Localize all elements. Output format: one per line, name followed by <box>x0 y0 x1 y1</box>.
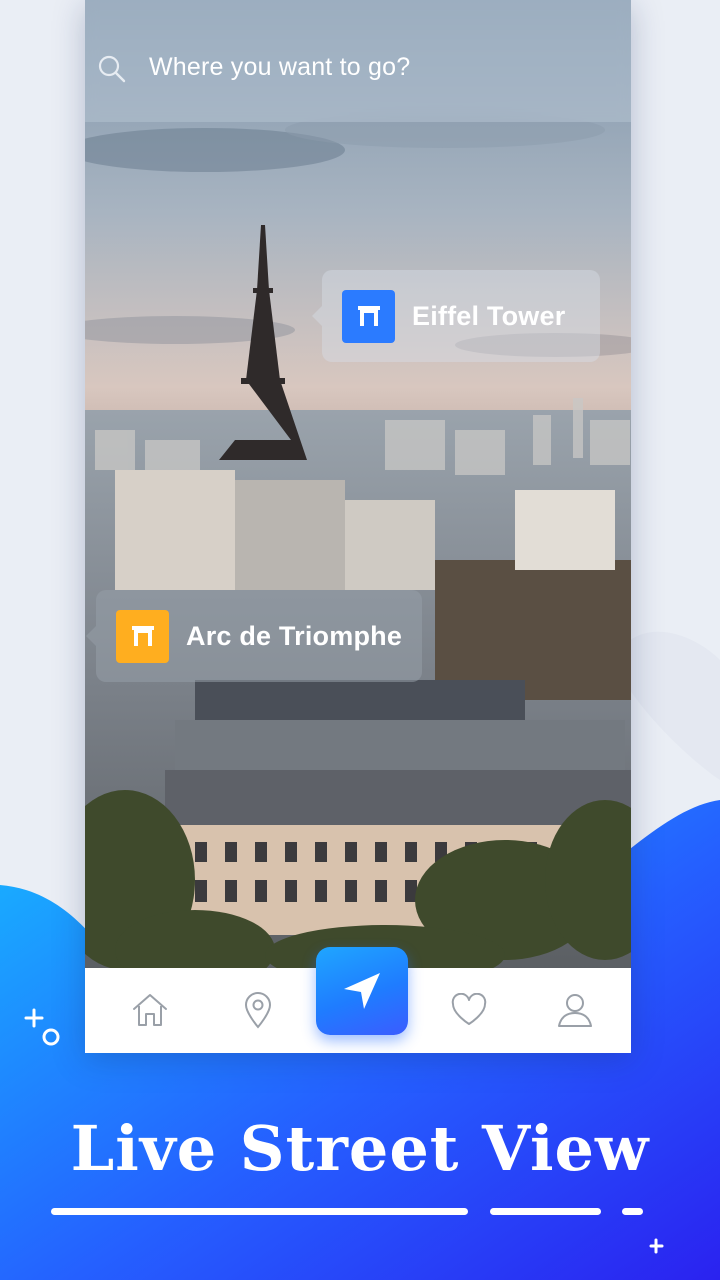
search-input[interactable]: Where you want to go? <box>149 53 410 82</box>
nav-profile[interactable] <box>555 990 595 1030</box>
headline-underline <box>51 1208 468 1215</box>
phone-screen: Where you want to go? Eiffel Tower Arc d… <box>85 0 631 1053</box>
home-icon <box>133 994 167 1026</box>
user-icon <box>558 994 592 1027</box>
search-icon <box>98 55 126 83</box>
headline-underline <box>622 1208 643 1215</box>
paris-street-view-image <box>85 0 631 968</box>
poi-label: Eiffel Tower <box>412 300 566 331</box>
poi-label: Arc de Triomphe <box>186 620 403 651</box>
nav-location[interactable] <box>238 990 278 1030</box>
poi-card-arc-de-triomphe[interactable]: Arc de Triomphe <box>86 590 422 682</box>
location-pin-icon <box>244 992 272 1029</box>
promo-headline: Live Street View <box>70 1112 650 1185</box>
navigation-arrow-icon <box>344 973 380 1009</box>
landmark-icon <box>342 289 395 343</box>
landmark-icon <box>116 609 169 663</box>
search-bar[interactable]: Where you want to go? <box>85 0 631 122</box>
heart-icon <box>451 993 487 1025</box>
headline-underline <box>490 1208 601 1215</box>
nav-home[interactable] <box>130 990 170 1030</box>
nav-favorites[interactable] <box>449 990 489 1030</box>
poi-card-eiffel-tower[interactable]: Eiffel Tower <box>312 270 600 362</box>
nav-navigate-button[interactable] <box>316 947 408 1035</box>
